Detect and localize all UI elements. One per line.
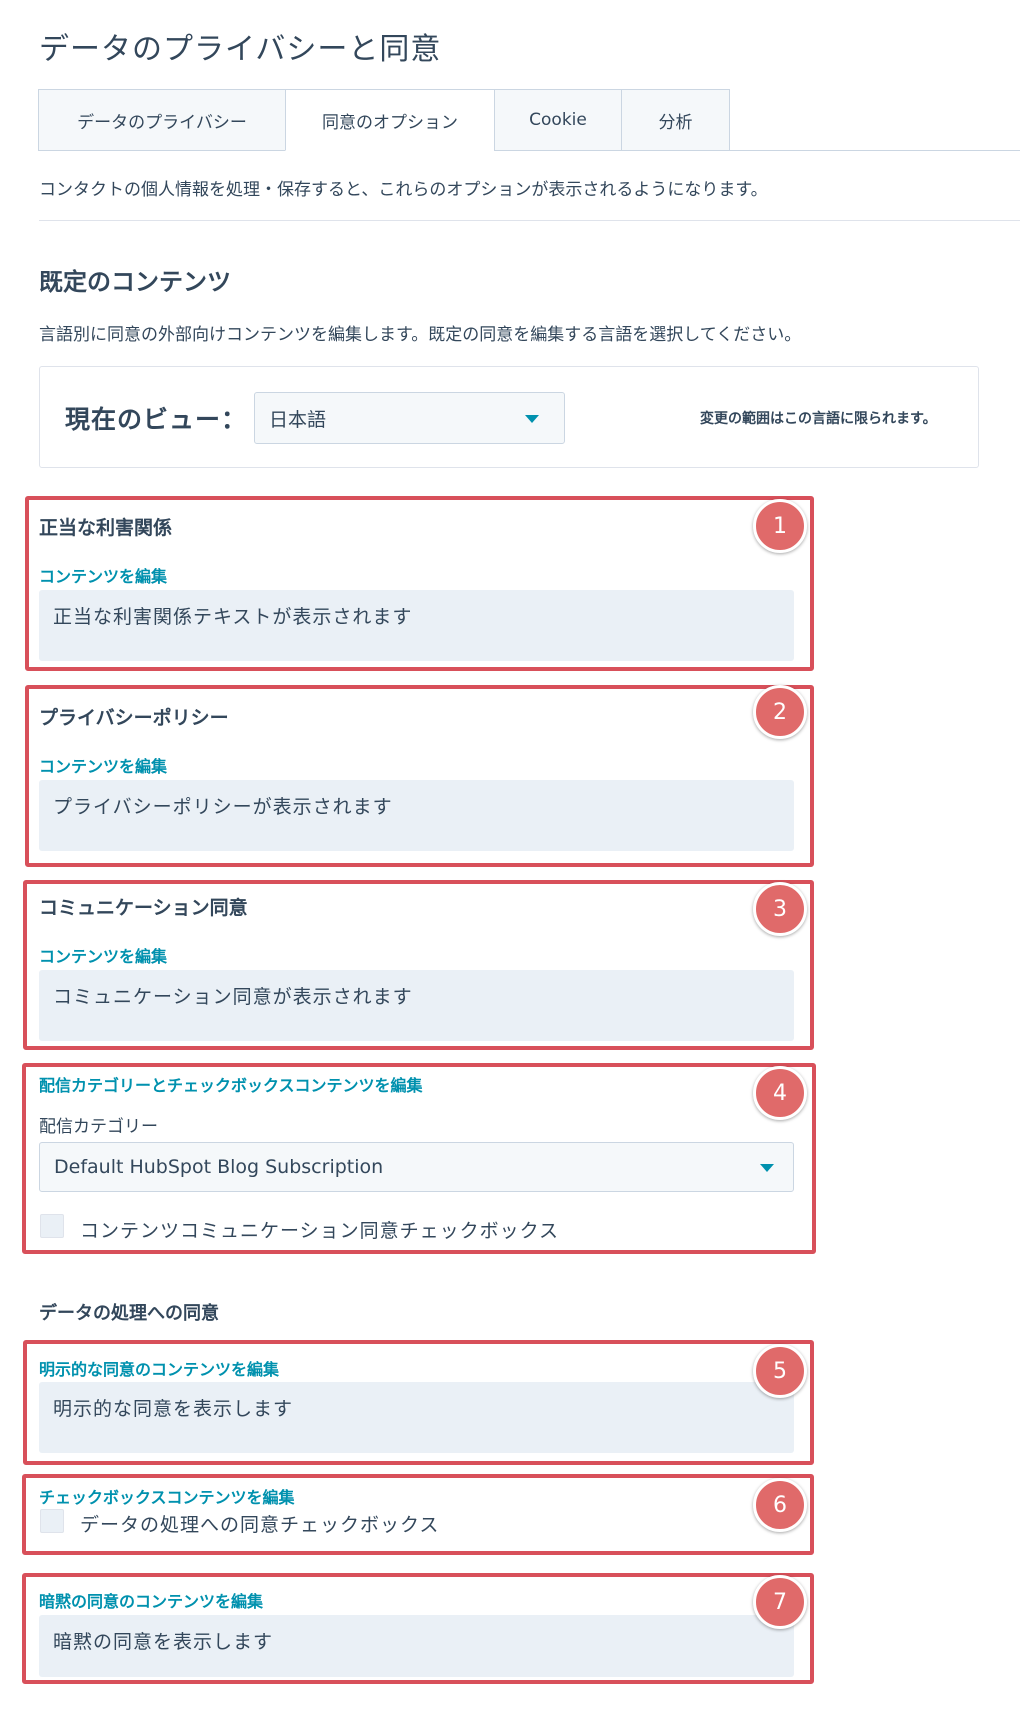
- tab-data-privacy[interactable]: データのプライバシー: [38, 89, 285, 151]
- edit-communication-consent-link[interactable]: コンテンツを編集: [39, 943, 167, 967]
- edit-subscription-checkbox-link[interactable]: 配信カテゴリーとチェックボックスコンテンツを編集: [39, 1072, 423, 1096]
- edit-checkbox-content-link[interactable]: チェックボックスコンテンツを編集: [39, 1484, 295, 1508]
- annotation-badge-2: 2: [753, 685, 807, 739]
- edit-implicit-consent-link[interactable]: 暗黙の同意のコンテンツを編集: [39, 1588, 263, 1612]
- tab-consent-options[interactable]: 同意のオプション: [285, 89, 494, 151]
- language-select-value: 日本語: [269, 408, 327, 431]
- chevron-down-icon: [760, 1164, 774, 1172]
- tab-bar: データのプライバシー 同意のオプション Cookie 分析: [38, 89, 730, 151]
- current-view-label: 現在のビュー：: [65, 405, 248, 434]
- communication-consent-checkbox-label: コンテンツコミュニケーション同意チェックボックス: [80, 1220, 560, 1242]
- communication-consent-checkbox[interactable]: [40, 1214, 64, 1238]
- annotation-badge-1: 1: [753, 499, 807, 553]
- legitimate-interest-heading: 正当な利害関係: [39, 517, 173, 539]
- privacy-policy-heading: プライバシーポリシー: [39, 707, 229, 729]
- divider: [39, 220, 1020, 221]
- privacy-policy-text[interactable]: プライバシーポリシーが表示されます: [39, 780, 794, 851]
- subscription-category-value: Default HubSpot Blog Subscription: [54, 1156, 384, 1178]
- annotation-badge-3: 3: [753, 882, 807, 936]
- intro-text: コンタクトの個人情報を処理・保存すると、これらのオプションが表示されるようになり…: [39, 180, 768, 200]
- section-title: 既定のコンテンツ: [39, 268, 231, 296]
- annotation-badge-5: 5: [753, 1344, 807, 1398]
- chevron-down-icon: [525, 415, 539, 423]
- tab-cookie[interactable]: Cookie: [494, 89, 621, 151]
- edit-privacy-policy-link[interactable]: コンテンツを編集: [39, 753, 167, 777]
- tab-divider: [730, 150, 1020, 151]
- edit-explicit-consent-link[interactable]: 明示的な同意のコンテンツを編集: [39, 1356, 279, 1380]
- data-processing-checkbox-label: データの処理への同意チェックボックス: [80, 1514, 440, 1536]
- tab-analytics[interactable]: 分析: [621, 89, 730, 151]
- subscription-category-label: 配信カテゴリー: [39, 1117, 158, 1137]
- annotation-badge-4: 4: [753, 1066, 807, 1120]
- communication-consent-heading: コミュニケーション同意: [39, 897, 248, 919]
- section-description: 言語別に同意の外部向けコンテンツを編集します。既定の同意を編集する言語を選択して…: [39, 325, 802, 345]
- implicit-consent-text[interactable]: 暗黙の同意を表示します: [39, 1615, 794, 1677]
- data-processing-checkbox[interactable]: [40, 1509, 64, 1533]
- subscription-category-select[interactable]: Default HubSpot Blog Subscription: [39, 1142, 794, 1192]
- explicit-consent-text[interactable]: 明示的な同意を表示します: [39, 1382, 794, 1453]
- data-processing-heading: データの処理への同意: [39, 1303, 219, 1324]
- annotation-badge-6: 6: [753, 1478, 807, 1532]
- scope-note: 変更の範囲はこの言語に限られます。: [700, 411, 937, 427]
- annotation-badge-7: 7: [753, 1575, 807, 1629]
- communication-consent-text[interactable]: コミュニケーション同意が表示されます: [39, 970, 794, 1041]
- language-select[interactable]: 日本語: [254, 392, 565, 444]
- page-title: データのプライバシーと同意: [39, 32, 442, 67]
- legitimate-interest-text[interactable]: 正当な利害関係テキストが表示されます: [39, 590, 794, 661]
- edit-legitimate-interest-link[interactable]: コンテンツを編集: [39, 563, 167, 587]
